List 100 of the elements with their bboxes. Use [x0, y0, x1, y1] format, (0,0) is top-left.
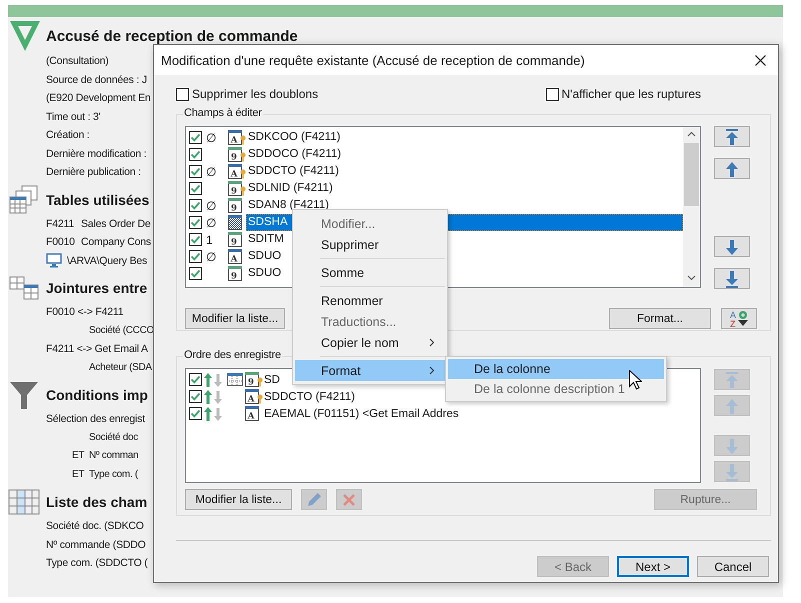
query-path: \ARVA\Query Bes: [67, 254, 148, 268]
report-detail: Dernière publication :: [46, 165, 141, 180]
arrow-up-icon: [725, 396, 739, 414]
condition-operator: ET: [72, 450, 84, 461]
field-name[interactable]: SDAN8 (F4211): [246, 197, 331, 214]
arrow-top-icon: [725, 128, 739, 146]
field-checkbox[interactable]: [189, 216, 202, 229]
field-checkbox[interactable]: [189, 267, 202, 280]
dialog-button[interactable]: Cancel: [697, 556, 769, 577]
table-icon: [227, 373, 243, 386]
order-checkbox[interactable]: [189, 373, 202, 386]
field-name[interactable]: SDKCOO (F4211): [246, 129, 342, 146]
field-name[interactable]: SDDCTO (F4211): [246, 163, 341, 180]
section-title: Liste des cham: [46, 494, 148, 510]
group-legend: Ordre des enregistre: [183, 349, 282, 361]
report-line: Sélection des enregist: [46, 412, 145, 427]
field-checkbox[interactable]: [189, 250, 202, 263]
tables-icon: [8, 184, 40, 214]
report-line: Société doc: [89, 430, 138, 444]
table-name: Company Cons: [81, 235, 151, 250]
format-button[interactable]: Format...: [609, 308, 711, 329]
report-detail: Création :: [46, 128, 90, 143]
field-marker: ∅: [206, 250, 216, 264]
menu-item[interactable]: Renommer: [295, 290, 445, 311]
report-line: Type com. (SDDCTO (: [46, 556, 148, 571]
arrow-up-icon: [725, 160, 739, 178]
menu-item[interactable]: Supprimer: [295, 234, 445, 255]
menu-item[interactable]: De la colonne: [448, 359, 664, 379]
field-marker: ∅: [206, 164, 216, 178]
menu-item[interactable]: Somme: [295, 262, 445, 283]
sort-button[interactable]: A Z: [721, 308, 757, 329]
report-detail: Time out : 3': [46, 110, 100, 124]
order-field-name[interactable]: SD: [263, 374, 280, 386]
chevron-right-icon: [429, 366, 435, 375]
field-checkbox[interactable]: [189, 182, 202, 195]
move-top-button[interactable]: [714, 126, 750, 147]
report-detail: Source de données : J: [46, 72, 147, 88]
field-name[interactable]: SDLNID (F4211): [246, 180, 335, 197]
scroll-down-icon[interactable]: [687, 275, 696, 281]
edit-list-button[interactable]: Modifier la liste...: [185, 308, 285, 329]
order-field-name[interactable]: EAEMAL (F01151) <Get Email Addres: [263, 408, 459, 420]
default-button[interactable]: Next >: [617, 556, 689, 577]
group-legend: Champs à éditer: [183, 107, 263, 119]
option-checkbox[interactable]: Supprimer les doublons: [176, 86, 318, 102]
move-down-button[interactable]: [714, 236, 750, 257]
report-line: Nº comman: [89, 449, 138, 463]
edit-list-button[interactable]: Modifier la liste...: [185, 489, 292, 510]
move-up-button[interactable]: [714, 158, 750, 179]
scroll-up-icon[interactable]: [687, 131, 696, 137]
menu-item[interactable]: Copier le nom: [295, 332, 445, 353]
chevron-right-icon: [429, 338, 435, 347]
arrow-down-icon: [725, 238, 739, 256]
field-marker: ∅: [206, 216, 216, 230]
report-line: F0010 <-> F4211: [46, 305, 124, 320]
order-field-name[interactable]: SDDCTO (F4211): [263, 390, 355, 402]
report-line: Nº commande (SDDO: [46, 538, 146, 552]
field-name[interactable]: SDITM: [246, 231, 286, 248]
field-checkbox[interactable]: [189, 165, 202, 178]
report-detail: (Consultation): [46, 54, 109, 69]
report-line: Société (CCCO: [89, 324, 154, 338]
report-line: Société doc. (SDKCO: [46, 519, 144, 534]
arrow-top-icon: [725, 370, 739, 388]
arrow-bottom-icon: [725, 270, 739, 288]
field-marker: 1: [206, 232, 213, 246]
monitor-icon: [46, 253, 62, 268]
report-title: Accusé de reception de commande: [46, 28, 298, 45]
mouse-pointer-icon: [629, 370, 642, 390]
logo-icon: [10, 21, 40, 51]
section-title: Conditions imp: [46, 387, 148, 403]
window-title: Modification d'une requête existante (Accusé de reception de commande): [161, 52, 585, 68]
table-code: F4211: [46, 216, 75, 232]
scrollbar[interactable]: [683, 127, 700, 287]
condition-operator: ET: [72, 468, 84, 480]
close-icon[interactable]: [755, 54, 766, 66]
field-marker: ∅: [206, 130, 216, 144]
field-checkbox[interactable]: [189, 199, 202, 212]
pencil-icon: [308, 493, 320, 506]
field-checkbox[interactable]: [189, 131, 202, 144]
section-title: Jointures entre: [46, 280, 148, 296]
report-detail: Dernière modification :: [46, 146, 146, 162]
menu-item[interactable]: Format: [295, 360, 445, 381]
order-checkbox[interactable]: [189, 407, 202, 420]
field-marker: ∅: [206, 198, 216, 212]
section-title: Tables utilisées: [46, 192, 150, 208]
option-checkbox[interactable]: N'afficher que les ruptures: [546, 86, 701, 102]
order-checkbox[interactable]: [189, 390, 202, 403]
delete-icon: [343, 494, 355, 506]
field-checkbox[interactable]: [189, 148, 202, 161]
report-line: Type com. (: [89, 468, 138, 482]
field-name[interactable]: SDUO: [246, 248, 284, 265]
field-name[interactable]: SDDOCO (F4211): [246, 146, 344, 163]
move-bottom-button[interactable]: [714, 268, 750, 289]
field-checkbox[interactable]: [189, 233, 202, 246]
filter-icon: [8, 380, 40, 410]
field-name[interactable]: SDUO: [246, 265, 284, 282]
table-code: F0010: [46, 235, 76, 250]
table-name: Sales Order De: [81, 216, 151, 232]
report-line: F4211 <-> Get Email A: [46, 342, 148, 357]
arrow-down-icon: [725, 436, 739, 454]
columns-icon: [8, 487, 40, 517]
